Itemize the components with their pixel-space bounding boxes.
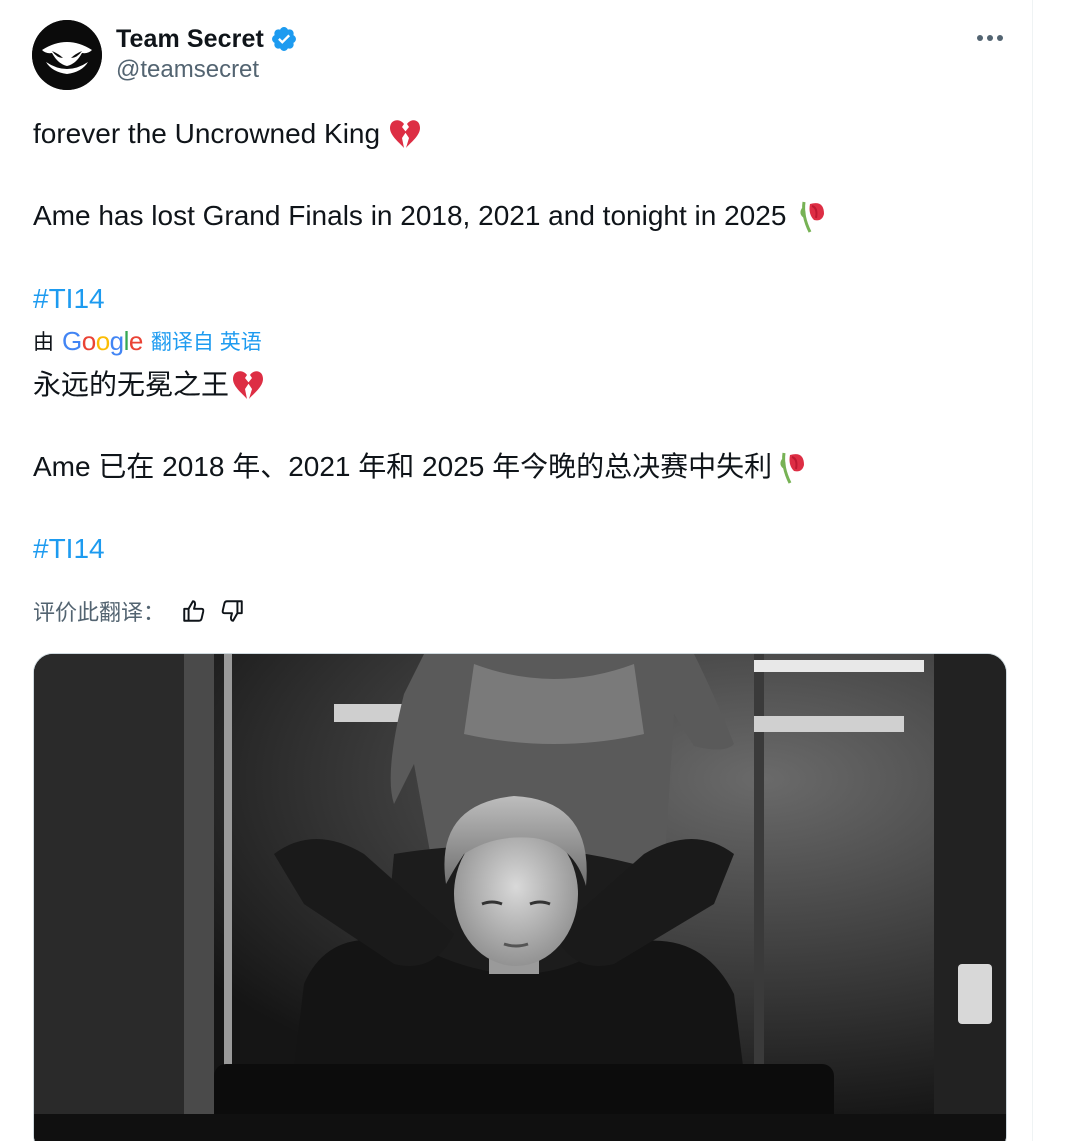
- thumbs-down-icon: [221, 600, 243, 622]
- translation-attribution: 由 Google 翻译自 英语: [33, 326, 262, 356]
- hashtag-link[interactable]: #TI14: [33, 281, 105, 317]
- translated-line-1: 永远的无冕之王: [33, 369, 230, 400]
- translated-text-line: 永远的无冕之王: [33, 367, 265, 403]
- hashtag-link[interactable]: #TI14: [33, 531, 105, 567]
- wilted-flower-icon: [780, 452, 805, 484]
- tweet: Team Secret @teamsecret forever the Uncr…: [0, 0, 1080, 1141]
- rate-translation-label: 评价此翻译：: [33, 600, 166, 625]
- display-name[interactable]: Team Secret: [116, 25, 264, 54]
- rate-translation: 评价此翻译：: [33, 595, 247, 627]
- more-options-icon: [977, 35, 1003, 41]
- google-logo: Google: [62, 325, 143, 356]
- player-photo-image: [34, 654, 1006, 1141]
- translated-by-label: 由: [33, 331, 54, 354]
- translated-text-line: Ame 已在 2018 年、2021 年和 2025 年今晚的总决赛中失利: [33, 449, 808, 485]
- translated-line-2: Ame 已在 2018 年、2021 年和 2025 年今晚的总决赛中失利: [33, 451, 773, 482]
- avatar[interactable]: [32, 20, 102, 90]
- thumbs-up-button[interactable]: [179, 596, 209, 626]
- broken-heart-icon: [390, 120, 421, 148]
- column-divider: [1032, 0, 1033, 1141]
- broken-heart-icon: [233, 371, 264, 399]
- thumbs-down-button[interactable]: [217, 596, 247, 626]
- thumbs-up-icon: [183, 600, 205, 622]
- handle[interactable]: @teamsecret: [116, 56, 298, 84]
- tweet-text-line: Ame has lost Grand Finals in 2018, 2021 …: [33, 198, 828, 234]
- original-line-2: Ame has lost Grand Finals in 2018, 2021 …: [33, 200, 787, 231]
- tweet-photo[interactable]: [33, 653, 1007, 1141]
- wilted-flower-icon: [800, 201, 825, 233]
- team-secret-logo-icon: [32, 20, 102, 90]
- tweet-text-line: forever the Uncrowned King: [33, 116, 422, 152]
- more-options-button[interactable]: [968, 22, 1012, 54]
- original-line-1: forever the Uncrowned King: [33, 118, 381, 149]
- verified-badge-icon[interactable]: [270, 25, 298, 53]
- translated-from-link[interactable]: 翻译自 英语: [151, 326, 262, 356]
- tweet-author: Team Secret @teamsecret: [116, 22, 298, 84]
